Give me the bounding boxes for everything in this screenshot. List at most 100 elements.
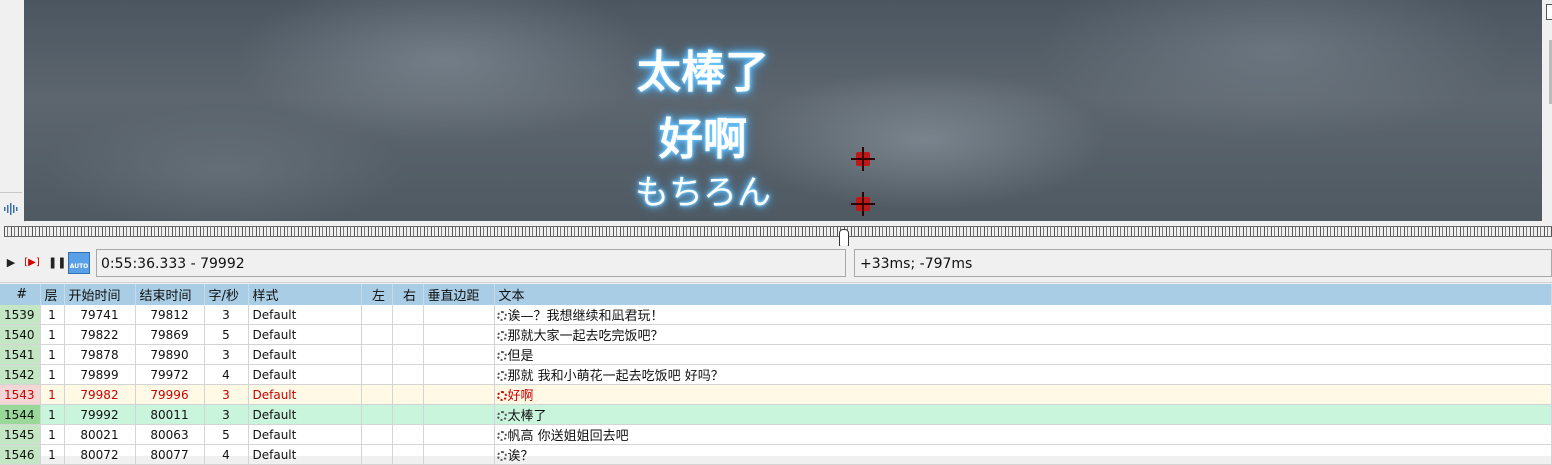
row-start-time[interactable]: 79899: [64, 364, 136, 385]
video-display[interactable]: 太棒了 好啊 もちろん: [24, 0, 1542, 221]
row-text[interactable]: 诶—？我想继续和凪君玩！: [494, 305, 1552, 325]
row-layer[interactable]: 1: [40, 324, 65, 345]
row-margin-left[interactable]: [361, 424, 393, 445]
col-header-number[interactable]: #: [0, 284, 41, 305]
row-style[interactable]: Default: [248, 424, 362, 445]
row-margin-left[interactable]: [361, 364, 393, 385]
offset-display-field[interactable]: +33ms; -797ms: [854, 249, 1552, 277]
row-number[interactable]: 1544: [0, 404, 41, 425]
row-number[interactable]: 1541: [0, 344, 41, 365]
row-start-time[interactable]: 79822: [64, 324, 136, 345]
row-number[interactable]: 1545: [0, 424, 41, 445]
row-number[interactable]: 1539: [0, 305, 41, 325]
row-text[interactable]: 太棒了: [494, 404, 1552, 425]
keyframe-track[interactable]: [4, 226, 1552, 237]
row-end-time[interactable]: 79996: [135, 384, 205, 405]
row-margin-vertical[interactable]: [423, 384, 495, 405]
row-end-time[interactable]: 80077: [135, 444, 205, 465]
row-style[interactable]: Default: [248, 305, 362, 325]
time-display-field[interactable]: 0:55:36.333 - 79992: [96, 249, 846, 277]
table-row[interactable]: 1541 1 79878 79890 3 Default 但是: [0, 344, 1552, 365]
row-end-time[interactable]: 79812: [135, 305, 205, 325]
row-style[interactable]: Default: [248, 384, 362, 405]
row-margin-right[interactable]: [392, 424, 424, 445]
auto-scroll-toggle[interactable]: AUTO: [68, 252, 90, 274]
row-margin-left[interactable]: [361, 344, 393, 365]
row-margin-left[interactable]: [361, 444, 393, 465]
table-row[interactable]: 1542 1 79899 79972 4 Default 那就 我和小萌花一起去吃饭吧 好吗…: [0, 364, 1552, 385]
row-number[interactable]: 1540: [0, 324, 41, 345]
row-margin-vertical[interactable]: [423, 444, 495, 465]
col-header-cps[interactable]: 字/秒: [204, 284, 249, 305]
row-style[interactable]: Default: [248, 444, 362, 465]
row-margin-right[interactable]: [392, 444, 424, 465]
row-cps[interactable]: 5: [204, 424, 249, 445]
seek-bar[interactable]: [0, 222, 1552, 247]
row-start-time[interactable]: 80021: [64, 424, 136, 445]
row-number[interactable]: 1542: [0, 364, 41, 385]
row-layer[interactable]: 1: [40, 424, 65, 445]
col-header-vertical[interactable]: 垂直边距: [423, 284, 495, 305]
col-header-text[interactable]: 文本: [494, 284, 1552, 305]
col-header-end[interactable]: 结束时间: [135, 284, 205, 305]
row-cps[interactable]: 4: [204, 444, 249, 465]
row-margin-right[interactable]: [392, 384, 424, 405]
row-cps[interactable]: 3: [204, 384, 249, 405]
row-start-time[interactable]: 80072: [64, 444, 136, 465]
seek-thumb[interactable]: [839, 229, 849, 247]
row-margin-left[interactable]: [361, 384, 393, 405]
col-header-right[interactable]: 右: [392, 284, 424, 305]
row-layer[interactable]: 1: [40, 444, 65, 465]
row-margin-right[interactable]: [392, 404, 424, 425]
table-row[interactable]: 1545 1 80021 80063 5 Default 帆高 你送姐姐回去吧: [0, 424, 1552, 445]
row-start-time[interactable]: 79992: [64, 404, 136, 425]
row-margin-vertical[interactable]: [423, 404, 495, 425]
row-layer[interactable]: 1: [40, 384, 65, 405]
table-row[interactable]: 1540 1 79822 79869 5 Default 那就大家一起去吃完饭吧？: [0, 324, 1552, 345]
col-header-style[interactable]: 样式: [248, 284, 362, 305]
row-end-time[interactable]: 80011: [135, 404, 205, 425]
row-margin-left[interactable]: [361, 324, 393, 345]
row-margin-right[interactable]: [392, 324, 424, 345]
row-style[interactable]: Default: [248, 404, 362, 425]
row-layer[interactable]: 1: [40, 344, 65, 365]
row-end-time[interactable]: 79890: [135, 344, 205, 365]
row-margin-vertical[interactable]: [423, 324, 495, 345]
pause-icon[interactable]: ❚❚: [48, 255, 66, 271]
row-end-time[interactable]: 79869: [135, 324, 205, 345]
col-header-left[interactable]: 左: [361, 284, 393, 305]
row-cps[interactable]: 3: [204, 344, 249, 365]
row-cps[interactable]: 5: [204, 324, 249, 345]
row-layer[interactable]: 1: [40, 364, 65, 385]
col-header-layer[interactable]: 层: [40, 284, 65, 305]
row-margin-right[interactable]: [392, 364, 424, 385]
row-margin-vertical[interactable]: [423, 305, 495, 325]
row-style[interactable]: Default: [248, 324, 362, 345]
row-start-time[interactable]: 79741: [64, 305, 136, 325]
row-start-time[interactable]: 79878: [64, 344, 136, 365]
row-text[interactable]: 那就 我和小萌花一起去吃饭吧 好吗？: [494, 364, 1552, 385]
zoom-box-icon[interactable]: [1546, 4, 1552, 20]
row-start-time[interactable]: 79982: [64, 384, 136, 405]
row-text[interactable]: 那就大家一起去吃完饭吧？: [494, 324, 1552, 345]
position-marker-icon[interactable]: [851, 192, 875, 216]
row-margin-vertical[interactable]: [423, 424, 495, 445]
row-margin-left[interactable]: [361, 305, 393, 325]
row-text[interactable]: 帆高 你送姐姐回去吧: [494, 424, 1552, 445]
row-margin-right[interactable]: [392, 344, 424, 365]
row-text[interactable]: 诶？: [494, 444, 1552, 465]
row-cps[interactable]: 3: [204, 305, 249, 325]
row-cps[interactable]: 3: [204, 404, 249, 425]
row-layer[interactable]: 1: [40, 404, 65, 425]
table-row[interactable]: 1544 1 79992 80011 3 Default 太棒了: [0, 404, 1552, 425]
row-number[interactable]: 1546: [0, 444, 41, 465]
row-margin-right[interactable]: [392, 305, 424, 325]
audio-waveform-icon[interactable]: [3, 203, 19, 215]
row-end-time[interactable]: 79972: [135, 364, 205, 385]
table-row[interactable]: 1539 1 79741 79812 3 Default 诶—？我想继续和凪君玩！: [0, 305, 1552, 325]
row-margin-vertical[interactable]: [423, 344, 495, 365]
col-header-start[interactable]: 开始时间: [64, 284, 136, 305]
play-icon[interactable]: ▶: [3, 255, 19, 271]
row-text[interactable]: 但是: [494, 344, 1552, 365]
row-number[interactable]: 1543: [0, 384, 41, 405]
